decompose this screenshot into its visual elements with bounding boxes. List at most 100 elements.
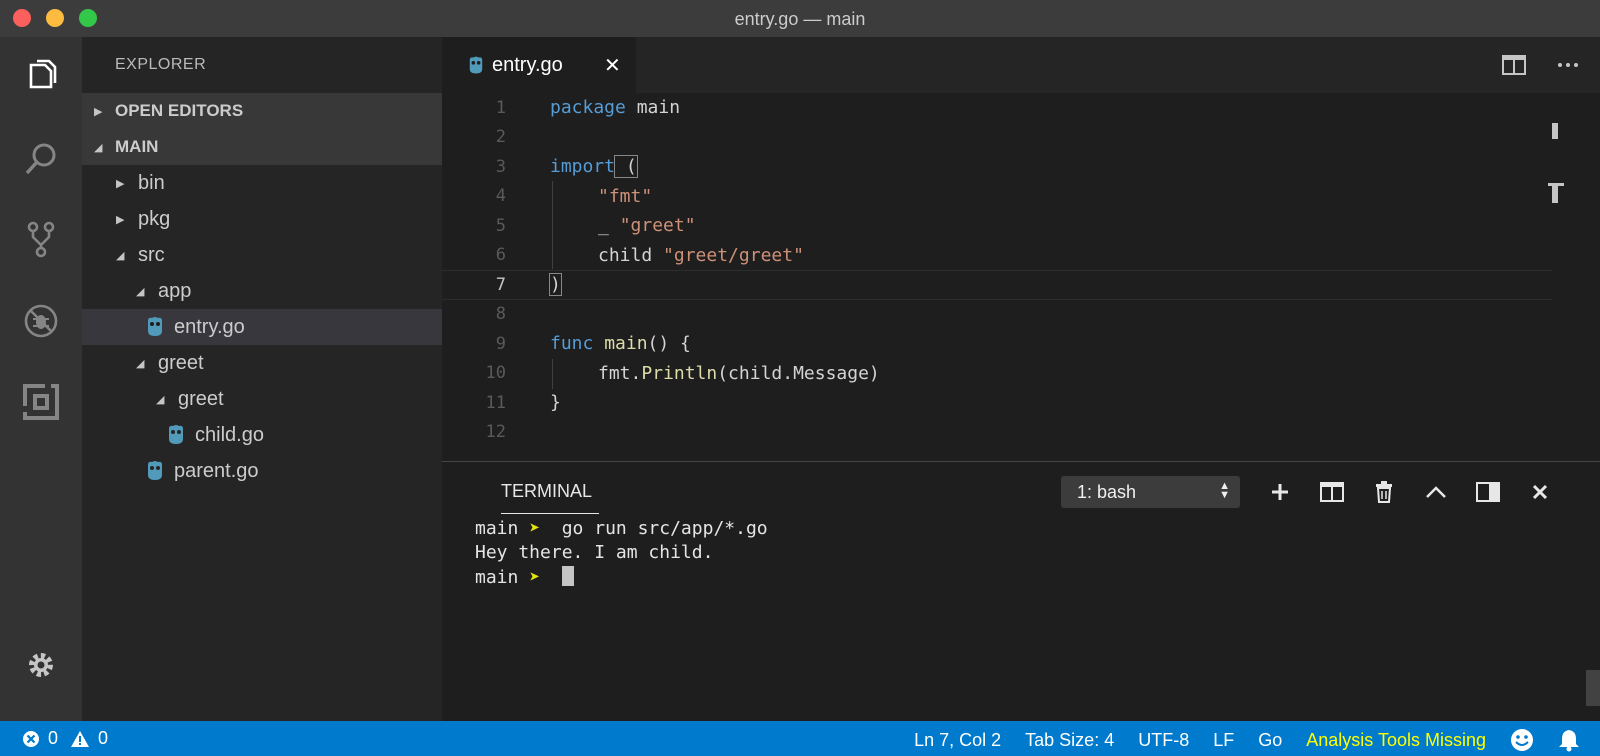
- chevron-right-icon: ▶: [116, 213, 125, 226]
- line-number: 12: [485, 422, 506, 443]
- tree-item-label: greet: [158, 351, 204, 374]
- code-token: package: [550, 97, 626, 119]
- status-bar: 0 0 Ln 7, Col 2 Tab Size: 4 UTF-8 LF Go …: [0, 721, 1600, 756]
- select-arrows-icon: ▲ ▼: [1219, 480, 1230, 501]
- close-icon[interactable]: ✕: [604, 53, 621, 78]
- tab-size[interactable]: Tab Size: 4: [1025, 730, 1114, 751]
- extensions-icon[interactable]: [19, 380, 63, 424]
- line-number: 2: [495, 127, 506, 148]
- line-number: 4: [495, 186, 506, 207]
- scrollbar-marker: [1552, 183, 1558, 203]
- chevron-down-icon: ◢: [136, 285, 145, 298]
- warning-icon: [71, 730, 90, 747]
- split-editor-icon[interactable]: [1502, 55, 1526, 75]
- encoding[interactable]: UTF-8: [1138, 730, 1189, 751]
- chevron-down-icon: ◢: [136, 357, 145, 370]
- editor-area: entry.go ✕ 1 package main 2 3 import ( 4…: [442, 37, 1600, 461]
- more-actions-icon[interactable]: [1556, 55, 1580, 75]
- code-token: }: [550, 392, 561, 414]
- close-icon[interactable]: [1528, 480, 1552, 504]
- plus-icon[interactable]: [1268, 480, 1292, 504]
- code-token: _: [598, 215, 620, 237]
- line-number: 1: [495, 97, 506, 118]
- line-ending[interactable]: LF: [1213, 730, 1234, 751]
- code-line: 5 _ "greet": [442, 211, 1552, 241]
- error-icon: [23, 730, 39, 747]
- error-count: 0: [48, 728, 59, 748]
- code-token: Println: [641, 362, 718, 384]
- problems-indicator[interactable]: 0 0: [22, 728, 108, 749]
- terminal-line: main ➤: [475, 566, 768, 590]
- tree-item-child-go[interactable]: child.go: [82, 417, 442, 453]
- tab-terminal[interactable]: TERMINAL: [501, 481, 592, 502]
- tree-item-bin[interactable]: ▶ bin: [82, 165, 442, 201]
- tree-item-label: pkg: [138, 207, 171, 230]
- terminal-line: main ➤ go run src/app/*.go: [475, 518, 768, 542]
- tree-item-label: app: [158, 279, 192, 302]
- terminal-panel: TERMINAL 1: bash ▲ ▼ main ➤ go run src/ap…: [442, 461, 1600, 721]
- open-editors-section[interactable]: ▶ OPEN EDITORS: [82, 93, 442, 129]
- smiley-icon[interactable]: [1510, 728, 1534, 752]
- tree-item-app[interactable]: ◢ app: [82, 273, 442, 309]
- code-token: main: [593, 333, 648, 355]
- debug-icon[interactable]: [19, 299, 63, 343]
- toggle-panel-position-icon[interactable]: [1476, 480, 1500, 504]
- trash-icon[interactable]: [1372, 480, 1396, 504]
- code-line: 2: [442, 123, 1552, 153]
- explorer-sidebar: EXPLORER ▶ OPEN EDITORS ◢ MAIN ▶ bin ▶ p…: [82, 37, 442, 721]
- tree-item-entry-go[interactable]: entry.go: [82, 309, 442, 345]
- gear-icon[interactable]: [19, 643, 63, 687]
- go-file-icon: [169, 425, 183, 444]
- line-number: 9: [495, 333, 506, 354]
- scrollbar-marker: [1552, 123, 1558, 139]
- line-number: 8: [495, 304, 506, 325]
- tree-item-greet-nested[interactable]: ◢ greet: [82, 381, 442, 417]
- tree-item-label: src: [138, 243, 165, 266]
- bell-icon[interactable]: [1558, 728, 1580, 752]
- tab-entry-go[interactable]: entry.go ✕: [442, 37, 636, 93]
- tree-item-src[interactable]: ◢ src: [82, 237, 442, 273]
- prompt-arrow-icon: ➤: [529, 518, 541, 539]
- terminal-output[interactable]: main ➤ go run src/app/*.go Hey there. I …: [475, 518, 768, 590]
- go-file-icon: [469, 56, 483, 73]
- code-editor[interactable]: 1 package main 2 3 import ( 4 "fmt" 5 _ …: [442, 93, 1600, 461]
- line-number: 10: [485, 363, 506, 384]
- tree-item-parent-go[interactable]: parent.go: [82, 453, 442, 489]
- main-folder-section[interactable]: ◢ MAIN: [82, 129, 442, 165]
- go-file-icon: [148, 317, 162, 336]
- active-tab-underline: [501, 513, 599, 514]
- explorer-title: EXPLORER: [115, 56, 207, 73]
- code-token: main: [625, 97, 681, 119]
- chevron-up-icon[interactable]: [1424, 480, 1448, 504]
- line-number: 5: [495, 215, 506, 236]
- search-icon[interactable]: [19, 137, 63, 181]
- terminal-cursor: [561, 566, 574, 586]
- files-icon[interactable]: [19, 55, 63, 99]
- code-line: 4 "fmt": [442, 182, 1552, 212]
- warning-count: 0: [98, 728, 109, 748]
- tree-item-label: parent.go: [174, 459, 259, 482]
- code-token: "greet": [619, 215, 696, 237]
- code-line: 1 package main: [442, 93, 1552, 123]
- code-line: 11 }: [442, 388, 1552, 418]
- split-terminal-icon[interactable]: [1320, 480, 1344, 504]
- code-token: (: [614, 155, 638, 179]
- code-token: fmt.: [598, 362, 642, 384]
- prompt-arrow-icon: ➤: [529, 567, 541, 588]
- code-line: 10 fmt.Println(child.Message): [442, 359, 1552, 389]
- code-token: (child.Message): [717, 362, 880, 384]
- tree-item-greet[interactable]: ◢ greet: [82, 345, 442, 381]
- prompt-dir: main: [475, 567, 519, 588]
- code-token: "greet/greet": [663, 244, 804, 266]
- chevron-down-icon: ◢: [116, 249, 125, 262]
- editor-actions: [1502, 55, 1580, 75]
- terminal-scrollbar[interactable]: [1586, 670, 1600, 706]
- cursor-position[interactable]: Ln 7, Col 2: [914, 730, 1001, 751]
- source-control-icon[interactable]: [19, 217, 63, 261]
- terminal-command: [540, 567, 562, 588]
- tree-item-pkg[interactable]: ▶ pkg: [82, 201, 442, 237]
- analysis-tools-warning[interactable]: Analysis Tools Missing: [1306, 730, 1486, 751]
- terminal-select[interactable]: 1: bash ▲ ▼: [1061, 476, 1240, 508]
- code-line: 9 func main() {: [442, 329, 1552, 359]
- language-mode[interactable]: Go: [1258, 730, 1282, 751]
